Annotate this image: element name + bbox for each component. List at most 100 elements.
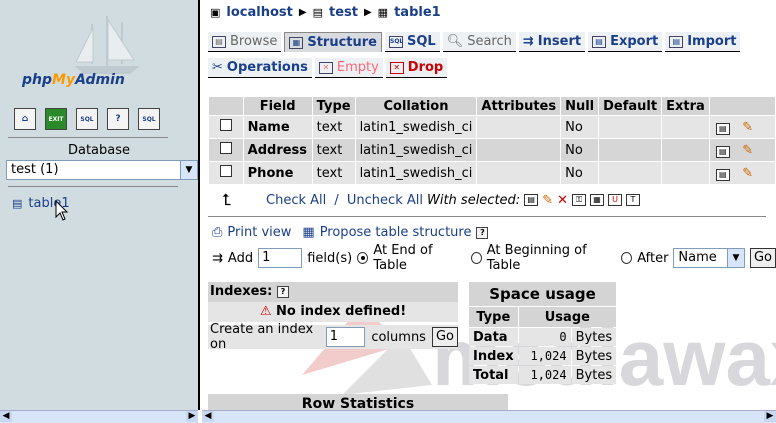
tabs-row-1: ▤ Browse ▦ Structure SQL SQL 🔍︎ Search ⇉ Inse… [208,32,741,52]
add-field-count-input[interactable]: 1 [258,248,303,268]
browse-values-icon[interactable]: ▤ [715,122,730,135]
field-type: text [312,162,355,184]
fulltext-icon[interactable]: T [626,194,640,206]
tab-browse[interactable]: ▤ Browse [208,32,282,52]
table-row: Address text latin1_swedish_ci No ▤ ✎ [209,139,775,161]
sql-query-icon[interactable]: SQL [76,108,98,130]
no-index-text: No index defined! [276,304,407,319]
column-header: Type [469,307,518,327]
exit-icon[interactable]: EXIT [45,108,67,130]
browse-icon: ▤ [212,35,226,48]
print-view-link[interactable]: Print view [227,225,291,240]
field-default [599,162,662,184]
after-radio[interactable] [621,252,633,264]
create-index-go-button[interactable]: Go [431,327,458,347]
check-all-link[interactable]: Check All [266,193,326,208]
breadcrumb-table[interactable]: table1 [394,5,441,20]
insert-icon: ⇉ [522,34,534,49]
phpmyadmin-logo[interactable]: phpMyAdmin [22,72,125,88]
row-checkbox[interactable] [219,165,232,177]
field-extra [662,139,709,161]
primary-key-icon[interactable]: ⚿ [572,194,586,206]
edit-pencil-icon[interactable]: ✎ [742,120,753,135]
propose-structure-link[interactable]: Propose table structure [320,225,472,240]
database-select[interactable]: test (1) ▼ [6,160,198,180]
delete-selected-icon[interactable]: ✕ [557,193,568,208]
after-label[interactable]: After [637,251,668,266]
scroll-right-icon[interactable]: ▶ [764,411,776,422]
index-columns-input[interactable]: 1 [325,327,366,347]
tab-drop[interactable]: ✕ Drop [385,58,448,78]
structure-icon: ▦ [289,36,304,49]
sidebar-horizontal-scrollbar[interactable]: ◀ ▶ [0,410,198,423]
at-end-label[interactable]: At End of Table [373,243,461,273]
field-attributes [477,139,561,161]
main-horizontal-scrollbar[interactable]: ◀ ▶ [202,410,776,423]
column-header[interactable]: Attributes [477,97,561,115]
column-header[interactable]: Collation [355,97,477,115]
table-row: Data 0 Bytes [469,328,617,346]
column-header[interactable]: Field [243,97,312,115]
indexes-title: Indexes: [210,284,273,299]
tab-search[interactable]: 🔍︎ Search [442,32,516,52]
add-go-button[interactable]: Go [749,248,776,268]
sql-docs-icon[interactable]: SQL [138,108,160,130]
edit-pencil-icon[interactable]: ✎ [742,166,753,181]
breadcrumb-server[interactable]: localhost [226,5,292,20]
empty-icon: ✕ [318,61,333,74]
browse-values-icon[interactable]: ▤ [715,168,730,181]
scroll-left-icon[interactable]: ◀ [0,411,12,422]
browse-values-icon[interactable]: ▤ [715,145,730,158]
space-value: 1,024 [518,347,571,365]
field-extra [662,162,709,184]
at-end-radio[interactable] [357,252,369,264]
browse-selected-icon[interactable]: ▤ [524,194,539,206]
tab-operations[interactable]: ✂ Operations [208,58,312,78]
scroll-left-icon[interactable]: ◀ [202,411,214,422]
arrow-up-left-icon: ⮤ [222,190,232,209]
index-icon[interactable]: ▦ [590,194,604,206]
field-null: No [561,162,599,184]
edit-selected-icon[interactable]: ✎ [542,193,553,208]
help-icon[interactable]: ? [476,226,489,239]
tab-structure[interactable]: ▦ Structure [284,32,382,52]
column-header[interactable]: Null [561,97,599,115]
create-index-form: Create an index on 1 columns Go [208,322,458,352]
row-checkbox[interactable] [219,142,232,154]
breadcrumb-database[interactable]: test [329,5,358,20]
database-icon: ▤ [312,6,323,19]
after-field-select[interactable]: Name ▼ [673,248,745,268]
tab-insert[interactable]: ⇉ Insert [518,32,586,52]
chevron-down-icon[interactable]: ▼ [726,249,744,267]
tab-import[interactable]: ▤ Import [665,32,741,52]
scroll-right-icon[interactable]: ▶ [186,411,198,422]
insert-field-icon: ⇉ [212,250,223,266]
mouse-cursor-icon [55,200,69,221]
help-icon[interactable]: ? [107,108,129,130]
space-usage-title: Space usage [469,282,617,306]
create-index-label: Create an index on [210,322,314,352]
database-label: Database [67,143,131,158]
column-header[interactable]: Extra [662,97,709,115]
chevron-down-icon[interactable]: ▼ [180,161,197,179]
tab-sql[interactable]: SQL SQL [385,32,440,52]
edit-pencil-icon[interactable]: ✎ [742,143,753,158]
row-checkbox[interactable] [219,119,232,131]
column-header[interactable]: Type [312,97,355,115]
space-unit: Bytes [571,328,617,346]
column-header[interactable]: Default [599,97,662,115]
field-attributes [477,116,561,138]
at-beginning-label[interactable]: At Beginning of Table [487,243,612,273]
tab-export[interactable]: ▤ Export [588,32,663,52]
no-index-message: ⚠ No index defined! [208,302,458,322]
at-beginning-radio[interactable] [470,252,482,264]
home-icon[interactable]: ⌂ [14,108,36,130]
tab-empty[interactable]: ✕ Empty [314,58,383,78]
help-icon[interactable]: ? [276,285,289,298]
with-selected-bar: ⮤ Check All / Uncheck All With selected:… [222,190,640,210]
fields-label: field(s) [307,250,353,266]
indexes-header: Indexes: ? [208,282,458,302]
uncheck-all-link[interactable]: Uncheck All [347,193,423,208]
field-collation: latin1_swedish_ci [355,116,477,138]
unique-icon[interactable]: U [608,194,622,206]
